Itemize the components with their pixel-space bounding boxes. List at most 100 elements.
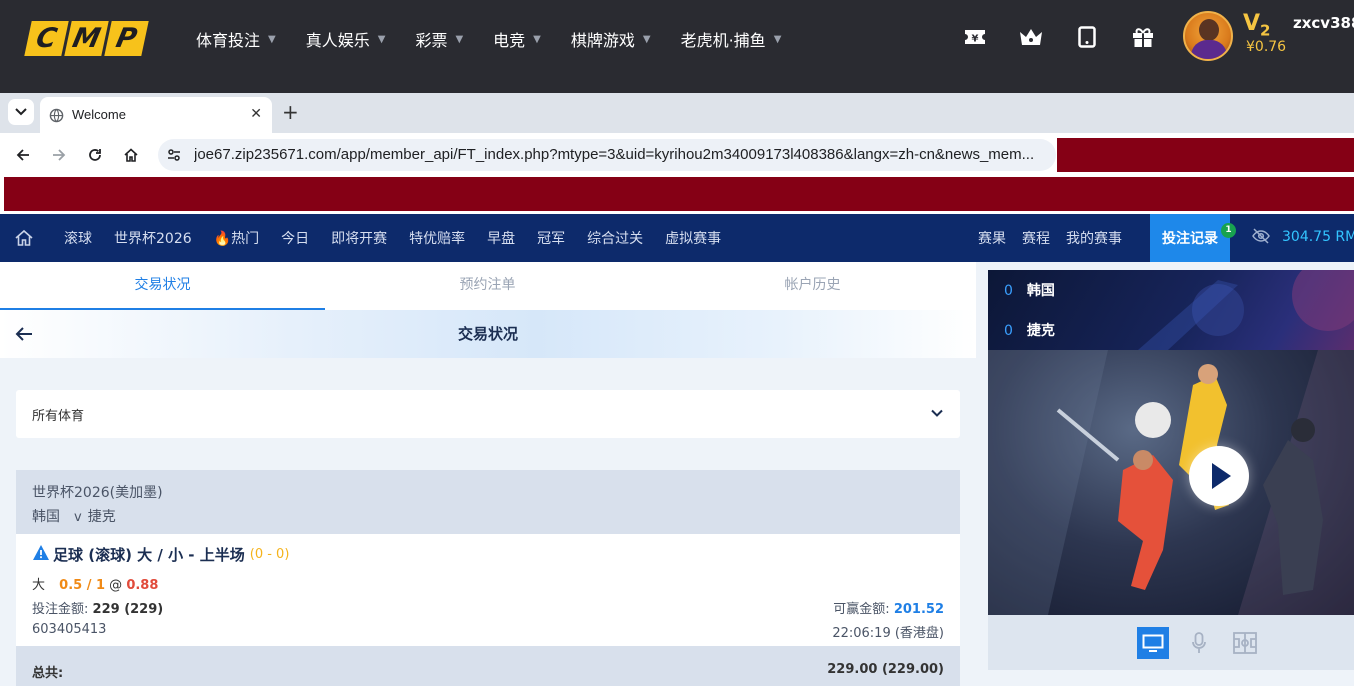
vip-letter: V: [1243, 11, 1261, 36]
live-home-row: 0 韩国: [1004, 280, 1055, 300]
red-banner: [4, 177, 1354, 211]
results-link[interactable]: 赛果: [978, 228, 1006, 248]
hide-balance-icon[interactable]: [1252, 228, 1270, 248]
url-bar[interactable]: joe67.zip235671.com/app/member_api/FT_in…: [158, 139, 1056, 171]
field-stats-icon[interactable]: [1229, 627, 1261, 659]
bet-record-button[interactable]: 投注记录: [1150, 214, 1230, 262]
crown-icon[interactable]: [1018, 24, 1044, 50]
microphone-icon[interactable]: [1183, 627, 1215, 659]
sport-tab-upcoming[interactable]: 即将开赛: [331, 228, 387, 248]
nav-balance: 304.75 RM: [1282, 229, 1354, 245]
win-amount: 可赢金额: 201.52: [833, 598, 944, 617]
page-title: 交易状况: [457, 325, 518, 343]
league-name: 世界杯2026(美加墨): [32, 485, 163, 501]
bet-score: (0 - 0): [249, 547, 290, 562]
page-titlebar: 交易状况: [0, 310, 976, 358]
total-label: 总共:: [32, 666, 64, 681]
globe-icon: [49, 108, 64, 123]
pick-line: 0.5 / 1: [59, 578, 106, 593]
monitor-icon[interactable]: [1137, 627, 1169, 659]
nav-label: 电竞: [493, 31, 526, 50]
chevron-down-icon: [930, 406, 944, 424]
yen-ticket-icon[interactable]: ¥: [962, 24, 988, 50]
url-text: joe67.zip235671.com/app/member_api/FT_in…: [194, 146, 1035, 163]
pick-side: 大: [32, 578, 46, 593]
sports-nav-right: 赛果 赛程 我的赛事: [978, 214, 1138, 262]
sport-filter-dropdown[interactable]: 所有体育: [16, 390, 960, 438]
nav-label: 真人娱乐: [305, 31, 370, 50]
tab-search-button[interactable]: [8, 99, 34, 125]
tab-account-history[interactable]: 帐户历史: [650, 262, 975, 310]
away-score: 0: [1004, 323, 1013, 339]
sport-tab-worldcup[interactable]: 世界杯2026: [114, 228, 192, 248]
nav-esports[interactable]: 电竞 ▼: [493, 27, 541, 51]
sport-tab-early[interactable]: 早盘: [487, 228, 515, 248]
bet-time: 22:06:19 (香港盘): [832, 626, 944, 641]
vip-level-badge[interactable]: V2: [1243, 11, 1270, 39]
reload-icon[interactable]: [85, 145, 105, 165]
new-tab-button[interactable]: +: [282, 100, 299, 124]
nav-label: 体育投注: [196, 31, 261, 50]
nav-lottery[interactable]: 彩票 ▼: [415, 27, 463, 51]
avatar[interactable]: [1183, 11, 1233, 61]
bet-pick: 大 0.5 / 1 @ 0.88: [32, 574, 158, 593]
stake-label: 投注金额:: [32, 602, 89, 617]
chevron-down-icon: ▼: [455, 33, 464, 45]
close-icon[interactable]: ✕: [250, 106, 262, 122]
username[interactable]: zxcv388: [1293, 14, 1354, 32]
away-team: 捷克: [87, 509, 116, 525]
tablet-icon[interactable]: [1074, 24, 1100, 50]
sports-nav-left: 滚球 世界杯2026 🔥热门 今日 即将开赛 特优赔率 早盘 冠军 综合过关 虚…: [64, 214, 743, 262]
sport-tab-hot-label: 热门: [231, 231, 260, 247]
chevron-down-icon: ▼: [377, 33, 386, 45]
match-teams: 韩国 v 捷克: [32, 506, 116, 526]
back-arrow-icon[interactable]: [14, 324, 34, 348]
live-home-team: 韩国: [1026, 283, 1055, 299]
home-icon[interactable]: [121, 145, 141, 165]
sport-tab-special-odds[interactable]: 特优赔率: [409, 228, 465, 248]
svg-text:¥: ¥: [972, 34, 979, 45]
win-label: 可赢金额:: [833, 602, 890, 617]
sport-tab-virtual[interactable]: 虚拟赛事: [665, 228, 721, 248]
sports-nav: 滚球 世界杯2026 🔥热门 今日 即将开赛 特优赔率 早盘 冠军 综合过关 虚…: [0, 214, 1354, 262]
sport-tab-outright[interactable]: 冠军: [537, 228, 565, 248]
tab-scheduled-bets[interactable]: 预约注单: [325, 262, 650, 310]
avatar-shirt: [1191, 40, 1227, 59]
sport-tab-parlay[interactable]: 综合过关: [587, 228, 643, 248]
browser-addressbar: joe67.zip235671.com/app/member_api/FT_in…: [0, 133, 1354, 177]
schedule-link[interactable]: 赛程: [1022, 228, 1050, 248]
stake-value: 229 (229): [92, 602, 164, 617]
at-sign: @: [109, 578, 123, 593]
warning-icon: [32, 544, 50, 565]
nav-sports[interactable]: 体育投注 ▼: [196, 27, 276, 51]
play-button[interactable]: [1189, 446, 1249, 506]
chevron-down-icon: ▼: [268, 33, 276, 45]
nav-slots-fishing[interactable]: 老虎机·捕鱼 ▼: [681, 27, 782, 51]
forward-icon[interactable]: [49, 145, 69, 165]
nav-card-games[interactable]: 棋牌游戏 ▼: [571, 27, 651, 51]
nav-live-casino[interactable]: 真人娱乐 ▼: [306, 27, 386, 51]
main-nav: 体育投注 ▼ 真人娱乐 ▼ 彩票 ▼ 电竞 ▼ 棋牌游戏 ▼ 老虎机·捕鱼 ▼: [196, 27, 811, 51]
live-away-team: 捷克: [1026, 323, 1055, 339]
sport-tab-today[interactable]: 今日: [281, 228, 309, 248]
sport-tab-live[interactable]: 滚球: [64, 228, 92, 248]
home-score: 0: [1004, 283, 1013, 299]
live-video-placeholder[interactable]: [988, 350, 1354, 615]
chevron-down-icon: ▼: [533, 33, 541, 45]
site-header: C M P 体育投注 ▼ 真人娱乐 ▼ 彩票 ▼ 电竞 ▼ 棋牌游戏 ▼ 老虎机·捕鱼 ▼ …: [0, 0, 1354, 93]
browser-tab-welcome[interactable]: Welcome ✕: [40, 97, 272, 133]
my-events-link[interactable]: 我的赛事: [1066, 228, 1122, 248]
gift-icon[interactable]: [1130, 24, 1156, 50]
header-icons: ¥: [962, 24, 1156, 50]
sport-tab-hot[interactable]: 🔥热门: [214, 228, 259, 248]
total-row: 总共: 229.00 (229.00): [16, 646, 960, 686]
sub-tabs: 交易状况 预约注单 帐户历史: [0, 262, 976, 310]
home-icon[interactable]: [14, 228, 34, 252]
cmp-logo[interactable]: C M P: [24, 21, 149, 56]
video-controls: [988, 615, 1354, 670]
bookmarks-bar: [0, 177, 1354, 214]
tab-transaction-status[interactable]: 交易状况: [0, 262, 325, 310]
back-icon[interactable]: [13, 145, 33, 165]
bet-title: 足球 (滚球) 大 / 小 - 上半场 (0 - 0): [32, 544, 289, 565]
header-balance: ¥0.76: [1246, 39, 1287, 55]
